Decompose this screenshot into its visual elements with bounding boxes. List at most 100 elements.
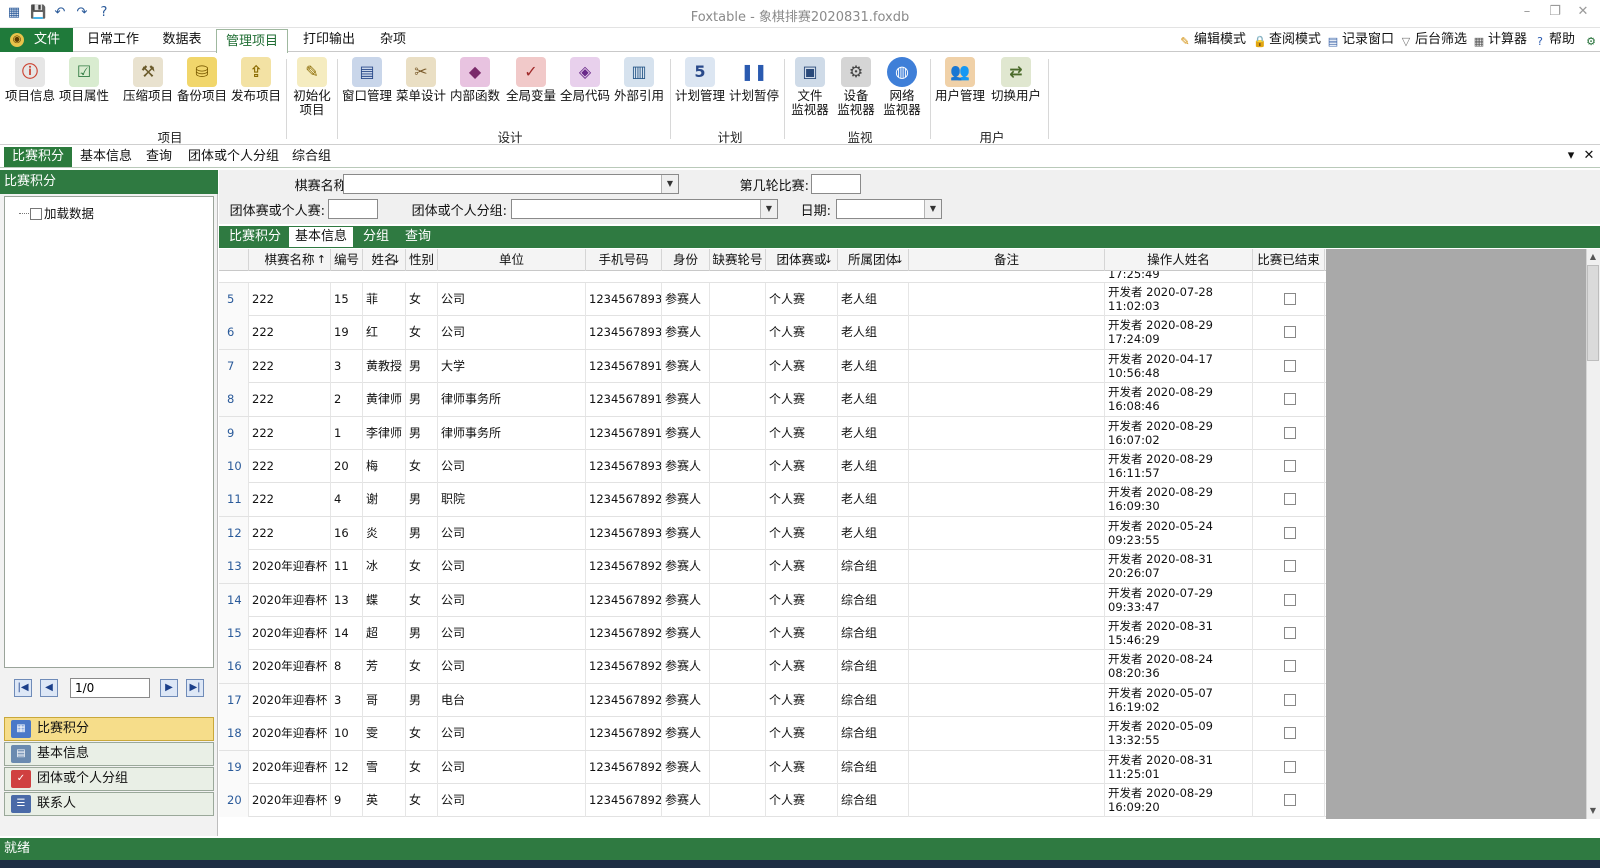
cell-role[interactable]: 参赛人	[662, 583, 710, 617]
cell-organization[interactable]: 大学	[438, 349, 586, 383]
column-header-remarks[interactable]: 备注	[909, 249, 1105, 271]
cell-organization[interactable]: 公司	[438, 450, 586, 483]
cell-phone[interactable]: 12345678917	[586, 416, 662, 450]
cell-match-name[interactable]: 222	[249, 283, 331, 316]
cell-gender[interactable]: 男	[406, 483, 438, 517]
cell-missed-round[interactable]	[710, 349, 766, 383]
project-properties-button[interactable]: ☑ 项目属性	[58, 57, 110, 103]
finished-checkbox[interactable]	[1284, 426, 1296, 439]
cell-match-type[interactable]: 个人赛	[766, 483, 838, 517]
cell-remarks[interactable]	[909, 617, 1105, 650]
last-record-icon[interactable]: ▶|	[186, 679, 204, 697]
cell-row-number[interactable]: 10	[219, 450, 249, 483]
cell-team[interactable]: 综合组	[838, 583, 909, 617]
finished-checkbox[interactable]	[1284, 393, 1296, 406]
device-monitor-button[interactable]: ⚙ 设备 监视器	[834, 57, 878, 117]
scroll-down-icon[interactable]: ▼	[1587, 804, 1599, 818]
cell-role[interactable]: 参赛人	[662, 349, 710, 383]
previous-record-icon[interactable]: ◀	[40, 679, 58, 697]
cell-role[interactable]: 参赛人	[662, 516, 710, 550]
tree-view[interactable]: 加载数据	[4, 196, 214, 668]
cell-player-name[interactable]: 芳	[363, 650, 406, 684]
scroll-up-icon[interactable]: ▲	[1587, 250, 1599, 264]
cell-organization[interactable]: 公司	[438, 550, 586, 584]
finished-checkbox[interactable]	[1284, 293, 1296, 305]
doc-tab-query[interactable]: 查询	[138, 147, 180, 167]
schedule-pause-button[interactable]: ❚❚ 计划暂停	[728, 57, 780, 103]
cell-row-number[interactable]: 17	[219, 683, 249, 717]
cell-player-name[interactable]: 哥	[363, 683, 406, 717]
column-header-match-name[interactable]: 棋赛名称 ↑	[249, 249, 331, 271]
doc-tab-basic-info[interactable]: 基本信息	[72, 147, 140, 167]
cell-match-name[interactable]: 2020年迎春杯	[249, 617, 331, 650]
cell-organization[interactable]: 公司	[438, 717, 586, 751]
table-row[interactable]: 19 2020年迎春杯 12 雪女公司 12345678927 参赛人 个人赛 综合组 开发者 …	[219, 750, 1326, 784]
cell-remarks[interactable]	[909, 583, 1105, 617]
external-references-button[interactable]: ▥ 外部引用	[613, 57, 665, 103]
cell-match-type[interactable]: 个人赛	[766, 650, 838, 684]
doc-tab-combined-group[interactable]: 综合组	[284, 147, 339, 167]
column-header-match-type[interactable]: 团体赛或 ↓	[766, 249, 838, 271]
table-row[interactable]: 18 2020年迎春杯 10 雯女公司 12345678925 参赛人 个人赛 综合组 开发者 …	[219, 717, 1326, 751]
cell-role[interactable]: 参赛人	[662, 550, 710, 584]
cell-team[interactable]: 老人组	[838, 283, 909, 316]
cell-team[interactable]: 综合组	[838, 617, 909, 650]
cell-phone[interactable]: 12345678930	[586, 283, 662, 316]
cell-operator[interactable]: 开发者 2020-08-29 16:09:30	[1105, 483, 1253, 517]
cell-remarks[interactable]	[909, 349, 1105, 383]
cell-role[interactable]: 参赛人	[662, 416, 710, 450]
cell-remarks[interactable]	[909, 416, 1105, 450]
cell-operator[interactable]: 开发者 2020-04-17 10:56:48	[1105, 349, 1253, 383]
cell-phone[interactable]: 12345678931	[586, 516, 662, 550]
cell-team[interactable]: 综合组	[838, 750, 909, 784]
doc-tab-score[interactable]: 比赛积分	[4, 147, 73, 167]
cell-missed-round[interactable]	[710, 650, 766, 684]
minimize-icon[interactable]: –	[1516, 4, 1538, 22]
cell-phone[interactable]: 12345678935	[586, 450, 662, 483]
cell-player-number[interactable]: 13	[331, 583, 363, 617]
cell-team[interactable]: 老人组	[838, 349, 909, 383]
cell-team[interactable]: 综合组	[838, 717, 909, 751]
cell-operator[interactable]: 开发者 2020-08-29 16:09:20	[1105, 784, 1253, 817]
cell-match-name[interactable]: 2020年迎春杯	[249, 784, 331, 817]
tab-data-tables[interactable]: 数据表	[152, 28, 212, 52]
cell-gender[interactable]: 女	[406, 650, 438, 684]
cell-player-name[interactable]: 梅	[363, 450, 406, 483]
cell-role[interactable]: 参赛人	[662, 283, 710, 316]
next-record-icon[interactable]: ▶	[160, 679, 178, 697]
cell-team[interactable]: 综合组	[838, 650, 909, 684]
cell-phone[interactable]: 12345678924	[586, 784, 662, 817]
chevron-down-icon[interactable]: ▼	[760, 200, 777, 218]
cell-missed-round[interactable]	[710, 316, 766, 350]
global-variables-button[interactable]: ✓ 全局变量	[505, 57, 557, 103]
cell-operator[interactable]: 开发者 2020-07-28 11:02:03	[1105, 283, 1253, 316]
edit-mode-button[interactable]: ✎ 编辑模式	[1178, 31, 1246, 49]
cell-remarks[interactable]	[909, 516, 1105, 550]
cell-row-number[interactable]: 9	[219, 416, 249, 450]
cell-player-number[interactable]: 11	[331, 550, 363, 584]
cell-missed-round[interactable]	[710, 483, 766, 517]
cell-player-name[interactable]: 红	[363, 316, 406, 350]
table-row[interactable]: 10 222 20 梅女公司 12345678935 参赛人 个人赛 老人组 开发者 2020-…	[219, 450, 1326, 484]
cell-match-type[interactable]: 个人赛	[766, 316, 838, 350]
left-nav-basic-info[interactable]: ▤ 基本信息	[4, 742, 214, 766]
cell-match-name[interactable]: 222	[249, 516, 331, 550]
table-row[interactable]: 15 2020年迎春杯 14 超男公司 12345678929 参赛人 个人赛 综合组 开发者 …	[219, 617, 1326, 651]
cell-team[interactable]: 老人组	[838, 383, 909, 417]
cell-match-type[interactable]: 个人赛	[766, 784, 838, 817]
cell-missed-round[interactable]	[710, 550, 766, 584]
cell-role[interactable]: 参赛人	[662, 750, 710, 784]
cell-gender[interactable]: 男	[406, 617, 438, 650]
cell-player-number[interactable]: 19	[331, 316, 363, 350]
cell-player-name[interactable]: 黄教授	[363, 349, 406, 383]
table-row[interactable]: 16 2020年迎春杯 8 芳女公司 12345678923 参赛人 个人赛 综合组 开发者 2…	[219, 650, 1326, 684]
table-row[interactable]: 8 222 2 黄律师男律师事务所 12345678918 参赛人 个人赛 老人组 开发者 20…	[219, 383, 1326, 417]
cell-role[interactable]: 参赛人	[662, 617, 710, 650]
cell-operator[interactable]: 开发者 2020-05-24 09:23:55	[1105, 516, 1253, 550]
file-menu-button[interactable]: ◉ 文件	[0, 28, 73, 52]
restore-icon[interactable]: ❐	[1544, 4, 1566, 22]
cell-gender[interactable]: 女	[406, 550, 438, 584]
cell-remarks[interactable]	[909, 784, 1105, 817]
cell-phone[interactable]: 12345678925	[586, 717, 662, 751]
cell-player-number[interactable]: 20	[331, 450, 363, 483]
